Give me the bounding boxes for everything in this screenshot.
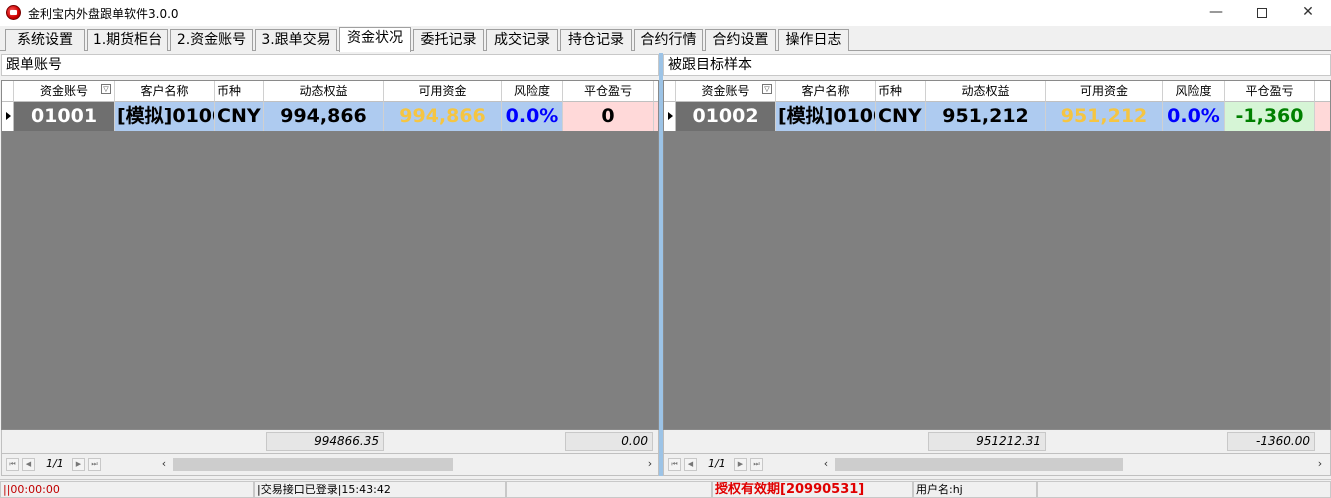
col-header-close-pnl[interactable]: 平仓盈亏 (1225, 81, 1315, 102)
cell-currency[interactable]: CNY (876, 102, 926, 131)
cell-available[interactable]: 994,866 (384, 102, 502, 131)
tab-contract-quotes[interactable]: 合约行情 (634, 29, 703, 51)
target-sample-panel: 被跟目标样本 资金账号 ▽ 客户名称 币种 动态权益 可用资金 风险度 平仓盈亏… (663, 53, 1331, 476)
sum-close-pnl: -1360.00 (1227, 432, 1315, 451)
last-page-button[interactable]: ⏭ (88, 458, 101, 471)
page-indicator: 1/1 (708, 457, 726, 470)
col-header-available[interactable]: 可用资金 (1046, 81, 1163, 102)
panel-title: 被跟目标样本 (663, 54, 1331, 76)
col-header-account[interactable]: 资金账号 ▽ (676, 81, 776, 102)
status-license: 授权有效期[20990531] (712, 481, 913, 498)
tab-bar: 系统设置 1.期货柜台 2.资金账号 3.跟单交易 资金状况 委托记录 成交记录… (0, 26, 1331, 52)
tab-system-settings[interactable]: 系统设置 (5, 29, 85, 51)
tab-trade-records[interactable]: 成交记录 (486, 29, 558, 51)
tab-futures-counter[interactable]: 1.期货柜台 (87, 29, 168, 51)
tab-order-records[interactable]: 委托记录 (413, 29, 484, 51)
prev-page-button[interactable]: ◀ (684, 458, 697, 471)
scroll-right-icon[interactable]: › (1313, 457, 1327, 472)
filter-icon[interactable]: ▽ (101, 84, 111, 94)
row-indicator-icon (664, 102, 676, 131)
grid-navigator: ⏮ ◀ 1/1 ▶ ⏭ ‹ › (663, 454, 1331, 476)
title-bar: 金利宝内外盘跟单软件3.0.0 — ✕ (0, 0, 1331, 26)
target-sample-grid[interactable]: 资金账号 ▽ 客户名称 币种 动态权益 可用资金 风险度 平仓盈亏 01002 … (663, 80, 1331, 430)
follow-account-panel: 跟单账号 资金账号 ▽ 客户名称 币种 动态权益 可用资金 风险度 平仓盈亏 0… (1, 53, 659, 476)
close-button[interactable]: ✕ (1285, 0, 1331, 26)
scrollbar-thumb[interactable] (173, 458, 453, 471)
table-row[interactable]: 01002 [模拟]0100 CNY 951,212 951,212 0.0% … (664, 102, 1330, 131)
first-page-button[interactable]: ⏮ (668, 458, 681, 471)
horizontal-scrollbar[interactable]: ‹ › (819, 457, 1327, 472)
status-login: |交易接口已登录|15:43:42 (254, 481, 506, 498)
scrollbar-thumb[interactable] (835, 458, 1123, 471)
col-header-currency[interactable]: 币种 (215, 81, 264, 102)
tab-contract-settings[interactable]: 合约设置 (705, 29, 776, 51)
col-header-currency[interactable]: 币种 (876, 81, 926, 102)
cell-currency[interactable]: CNY (215, 102, 264, 131)
sum-close-pnl: 0.00 (565, 432, 653, 451)
scroll-left-icon[interactable]: ‹ (819, 457, 833, 472)
maximize-button[interactable] (1239, 0, 1285, 26)
maximize-icon (1257, 8, 1267, 18)
grid-summary-footer: 951212.31 -1360.00 (663, 430, 1331, 454)
prev-page-button[interactable]: ◀ (22, 458, 35, 471)
sum-equity: 994866.35 (266, 432, 384, 451)
col-header-available[interactable]: 可用资金 (384, 81, 502, 102)
cell-close-pnl[interactable]: 0 (563, 102, 654, 131)
cell-risk[interactable]: 0.0% (1163, 102, 1225, 131)
cell-equity[interactable]: 951,212 (926, 102, 1046, 131)
col-header-risk[interactable]: 风险度 (502, 81, 563, 102)
cell-account[interactable]: 01002 (676, 102, 776, 131)
window-title: 金利宝内外盘跟单软件3.0.0 (28, 7, 179, 21)
scroll-left-icon[interactable]: ‹ (157, 457, 171, 472)
next-page-button[interactable]: ▶ (72, 458, 85, 471)
table-row[interactable]: 01001 [模拟]0100 CNY 994,866 994,866 0.0% … (2, 102, 658, 131)
panel-title: 跟单账号 (1, 54, 659, 76)
col-header-equity[interactable]: 动态权益 (926, 81, 1046, 102)
horizontal-scrollbar[interactable]: ‹ › (157, 457, 657, 472)
grid-navigator: ⏮ ◀ 1/1 ▶ ⏭ ‹ › (1, 454, 659, 476)
tab-fund-account[interactable]: 2.资金账号 (170, 29, 253, 51)
sum-equity: 951212.31 (928, 432, 1046, 451)
cell-account[interactable]: 01001 (14, 102, 115, 131)
row-indicator-icon (2, 102, 14, 131)
grid-summary-footer: 994866.35 0.00 (1, 430, 659, 454)
col-header-equity[interactable]: 动态权益 (264, 81, 384, 102)
cell-available[interactable]: 951,212 (1046, 102, 1163, 131)
first-page-button[interactable]: ⏮ (6, 458, 19, 471)
col-header-account[interactable]: 资金账号 ▽ (14, 81, 115, 102)
status-bar: ||00:00:00 |交易接口已登录|15:43:42 授权有效期[20990… (0, 479, 1331, 498)
col-header-close-pnl[interactable]: 平仓盈亏 (563, 81, 654, 102)
tab-operation-log[interactable]: 操作日志 (778, 29, 849, 51)
minimize-button[interactable]: — (1193, 0, 1239, 26)
next-page-button[interactable]: ▶ (734, 458, 747, 471)
cell-client-name[interactable]: [模拟]0100 (776, 102, 876, 131)
grid-header: 资金账号 ▽ 客户名称 币种 动态权益 可用资金 风险度 平仓盈亏 (2, 81, 658, 102)
status-user: 用户名:hj (913, 481, 1037, 498)
app-logo-icon (6, 5, 21, 20)
grid-header: 资金账号 ▽ 客户名称 币种 动态权益 可用资金 风险度 平仓盈亏 (664, 81, 1330, 102)
col-header-client-name[interactable]: 客户名称 (776, 81, 876, 102)
tab-position-records[interactable]: 持仓记录 (560, 29, 632, 51)
scroll-right-icon[interactable]: › (643, 457, 657, 472)
col-header-risk[interactable]: 风险度 (1163, 81, 1225, 102)
tab-follow-trade[interactable]: 3.跟单交易 (255, 29, 337, 51)
cell-equity[interactable]: 994,866 (264, 102, 384, 131)
col-header-client-name[interactable]: 客户名称 (115, 81, 215, 102)
last-page-button[interactable]: ⏭ (750, 458, 763, 471)
page-indicator: 1/1 (46, 457, 64, 470)
follow-account-grid[interactable]: 资金账号 ▽ 客户名称 币种 动态权益 可用资金 风险度 平仓盈亏 01001 … (1, 80, 659, 430)
cell-close-pnl[interactable]: -1,360 (1225, 102, 1315, 131)
filter-icon[interactable]: ▽ (762, 84, 772, 94)
tab-fund-status[interactable]: 资金状况 (339, 27, 411, 52)
cell-client-name[interactable]: [模拟]0100 (115, 102, 215, 131)
cell-risk[interactable]: 0.0% (502, 102, 563, 131)
status-timer: ||00:00:00 (0, 481, 254, 498)
